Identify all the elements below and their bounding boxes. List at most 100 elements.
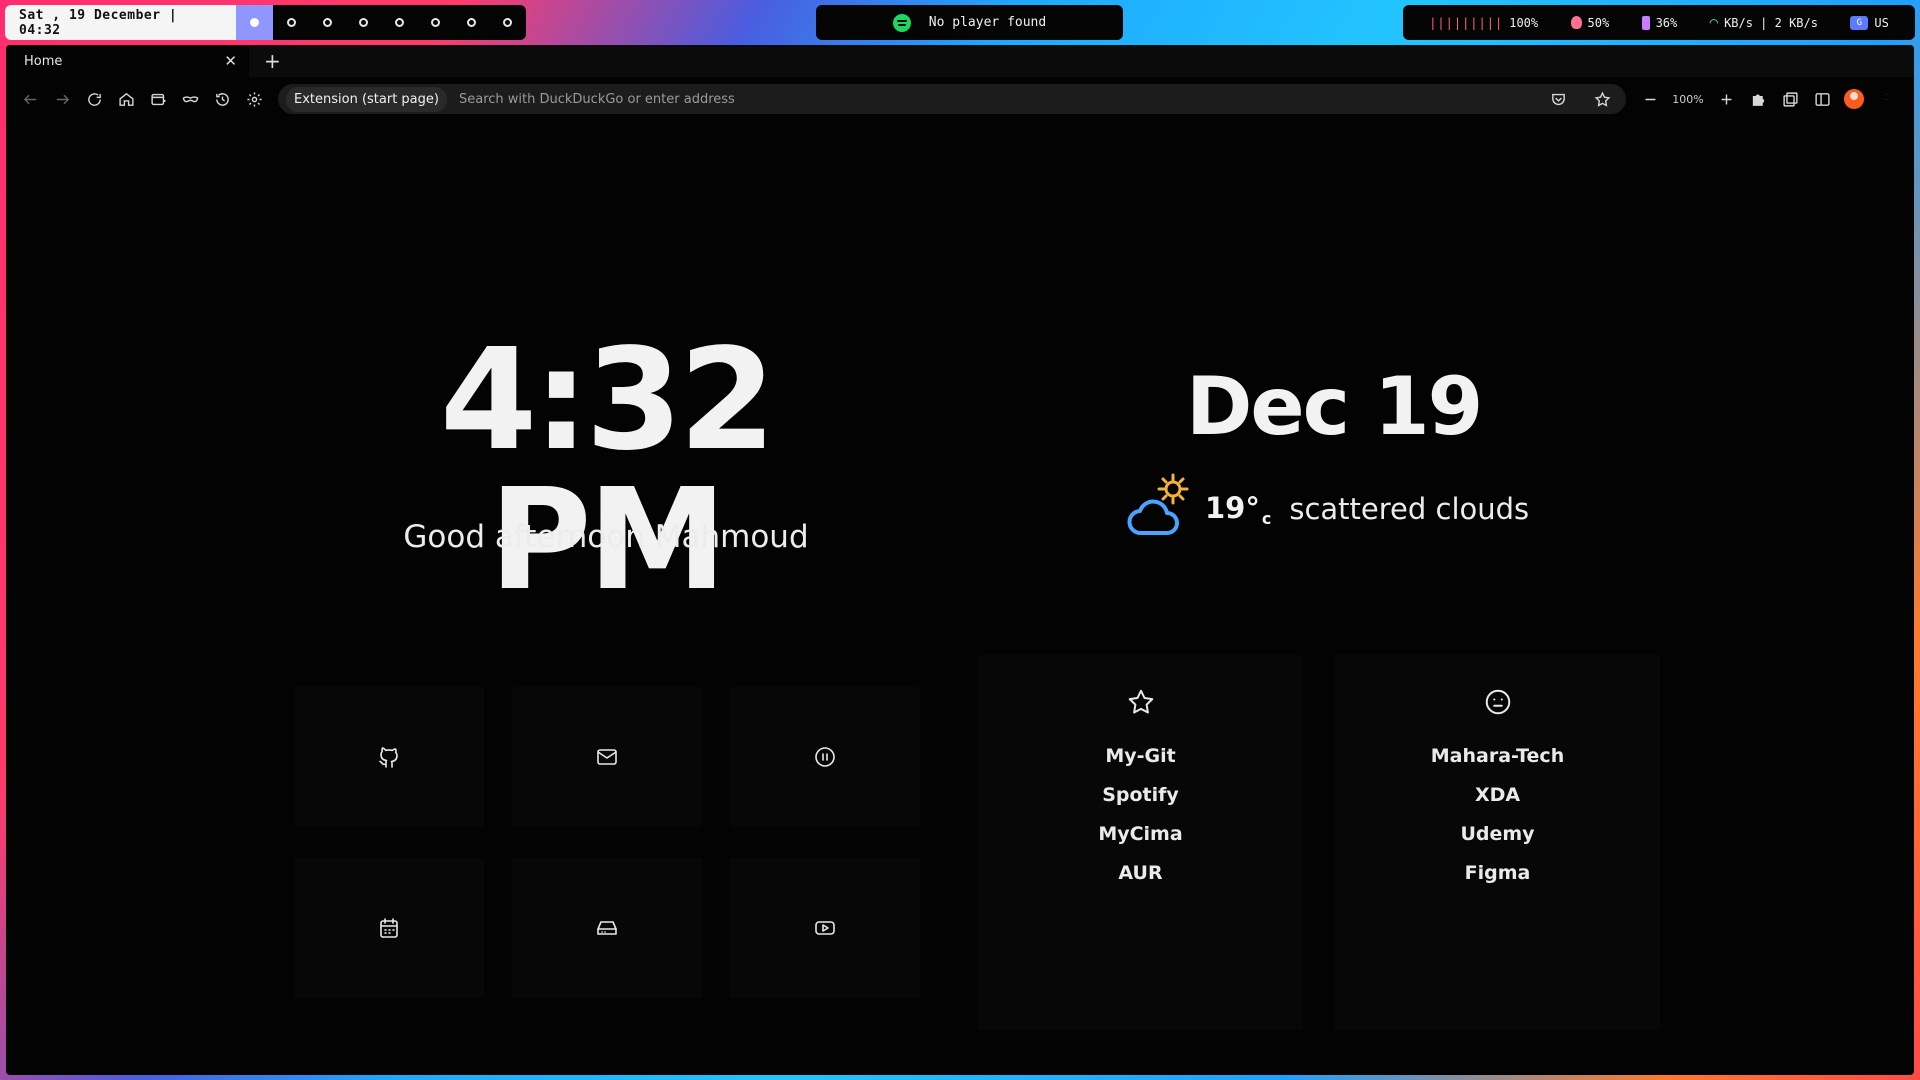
- link-mahara-tech[interactable]: Mahara-Tech: [1431, 737, 1564, 776]
- workspace-5[interactable]: [382, 18, 418, 27]
- extension-identity-label[interactable]: Extension (start page): [286, 86, 447, 112]
- link-udemy[interactable]: Udemy: [1460, 815, 1534, 854]
- start-page: 4:32 PM Good afternoon Mahmoud Dec 19 19…: [6, 121, 1914, 1075]
- workspace-dot-icon: [431, 18, 441, 27]
- keyboard-layout: US: [1874, 15, 1889, 30]
- settings-button[interactable]: [238, 83, 270, 115]
- github-tile[interactable]: [294, 687, 484, 827]
- weather-widget: 19° c scattered clouds: [1121, 471, 1529, 547]
- brightness-value: 50%: [1587, 15, 1610, 30]
- status-tray: ||||||||| 100% 50% 36% ◠ KB/s | 2 KB/s G…: [1403, 5, 1915, 40]
- drive-tile[interactable]: [512, 858, 702, 998]
- link-xda[interactable]: XDA: [1475, 776, 1520, 815]
- workspace-2[interactable]: [273, 18, 309, 27]
- workspace-4[interactable]: [345, 18, 381, 27]
- clock-display: 4:32 PM: [439, 319, 776, 622]
- browser-window: Home ✕ + Extension (start page) Search w…: [6, 45, 1914, 1075]
- workspace-8[interactable]: [490, 18, 526, 27]
- mail-icon: [597, 749, 617, 765]
- url-input[interactable]: Search with DuckDuckGo or enter address: [459, 92, 1530, 107]
- workspace-dot-icon: [322, 18, 332, 27]
- sidebar-button[interactable]: [1806, 83, 1838, 115]
- workspace-7[interactable]: [454, 18, 490, 27]
- volume-value: 100%: [1509, 15, 1539, 30]
- weather-description: scattered clouds: [1289, 492, 1530, 526]
- tab-home[interactable]: Home ✕: [6, 45, 249, 77]
- brightness-indicator[interactable]: 50%: [1570, 15, 1610, 30]
- github-icon: [379, 747, 398, 768]
- home-icon: [118, 92, 134, 106]
- tabs-icon: [1782, 91, 1798, 107]
- account-button[interactable]: [1838, 83, 1870, 115]
- zoom-level[interactable]: 100%: [1666, 93, 1710, 106]
- new-tab-button[interactable]: +: [264, 49, 281, 73]
- workspace-1[interactable]: [236, 5, 274, 40]
- zoom-out-button[interactable]: [1634, 83, 1666, 115]
- link-aur[interactable]: AUR: [1118, 854, 1162, 893]
- gear-icon: [246, 91, 262, 107]
- minus-icon: [1645, 98, 1655, 100]
- youtube-tile[interactable]: [730, 858, 920, 998]
- new-container-tab-button[interactable]: [142, 83, 174, 115]
- calendar-icon: [380, 918, 398, 938]
- temperature: 19° c: [1205, 491, 1271, 528]
- greeting-text: Good afternoon Mahmoud: [403, 519, 809, 555]
- spotify-icon: [892, 13, 911, 32]
- back-button[interactable]: [14, 83, 46, 115]
- wifi-icon: ◠: [1709, 14, 1719, 31]
- bookmark-button[interactable]: [1586, 83, 1618, 115]
- history-button[interactable]: [206, 83, 238, 115]
- workspace-dot-icon: [467, 18, 477, 27]
- avatar: [1844, 89, 1864, 109]
- reload-button[interactable]: [78, 83, 110, 115]
- close-tab-icon[interactable]: ✕: [224, 52, 237, 70]
- partly-cloudy-icon: [1121, 471, 1193, 547]
- bulb-icon: [1570, 16, 1582, 29]
- tab-manager-button[interactable]: [1774, 83, 1806, 115]
- private-window-button[interactable]: [174, 83, 206, 115]
- workspace-3[interactable]: [309, 18, 345, 27]
- drive-icon: [597, 921, 617, 935]
- battery-icon: [1641, 15, 1650, 30]
- media-player-widget[interactable]: No player found: [816, 5, 1123, 40]
- temperature-unit: c: [1261, 508, 1272, 528]
- link-spotify[interactable]: Spotify: [1102, 776, 1179, 815]
- workspace-dot-icon: [286, 18, 296, 27]
- container-tab-icon: [150, 93, 166, 105]
- player-status: No player found: [928, 15, 1047, 30]
- tab-title: Home: [24, 53, 63, 69]
- history-icon: [215, 92, 229, 106]
- mail-tile[interactable]: [512, 687, 702, 827]
- keyboard-layout-indicator[interactable]: G US: [1850, 15, 1889, 30]
- menu-button[interactable]: [1870, 83, 1902, 115]
- media-tile[interactable]: [730, 687, 920, 827]
- arrow-right-icon: [56, 94, 69, 104]
- volume-indicator[interactable]: ||||||||| 100%: [1429, 16, 1538, 30]
- home-button[interactable]: [110, 83, 142, 115]
- network-indicator[interactable]: ◠ KB/s | 2 KB/s: [1710, 15, 1818, 31]
- extensions-button[interactable]: [1742, 83, 1774, 115]
- battery-indicator: 36%: [1641, 15, 1677, 30]
- plus-icon: [1721, 94, 1731, 104]
- workspace-dot-icon: [395, 18, 405, 27]
- workspace-dot-icon: [359, 18, 368, 27]
- address-bar[interactable]: Extension (start page) Search with DuckD…: [278, 84, 1626, 114]
- link-card-favorites: My-Git Spotify MyCima AUR: [978, 655, 1303, 1030]
- star-icon: [1594, 90, 1610, 107]
- puzzle-icon: [1752, 94, 1764, 106]
- tab-strip: Home ✕ +: [6, 45, 1914, 77]
- link-mycima[interactable]: MyCima: [1098, 815, 1182, 854]
- calendar-tile[interactable]: [294, 858, 484, 998]
- link-my-git[interactable]: My-Git: [1105, 737, 1175, 776]
- volume-bars-icon: |||||||||: [1429, 15, 1504, 30]
- workspace-dot-icon: [503, 18, 513, 27]
- zoom-in-button[interactable]: [1710, 83, 1742, 115]
- arrow-left-icon: [23, 94, 36, 104]
- network-speed: KB/s | 2 KB/s: [1724, 15, 1818, 30]
- forward-button[interactable]: [46, 83, 78, 115]
- workspace-6[interactable]: [418, 18, 454, 27]
- sidebar-icon: [1814, 92, 1830, 106]
- system-clock: Sat , 19 December | 04:32: [5, 5, 237, 40]
- pocket-button[interactable]: [1542, 83, 1574, 115]
- link-figma[interactable]: Figma: [1465, 854, 1531, 893]
